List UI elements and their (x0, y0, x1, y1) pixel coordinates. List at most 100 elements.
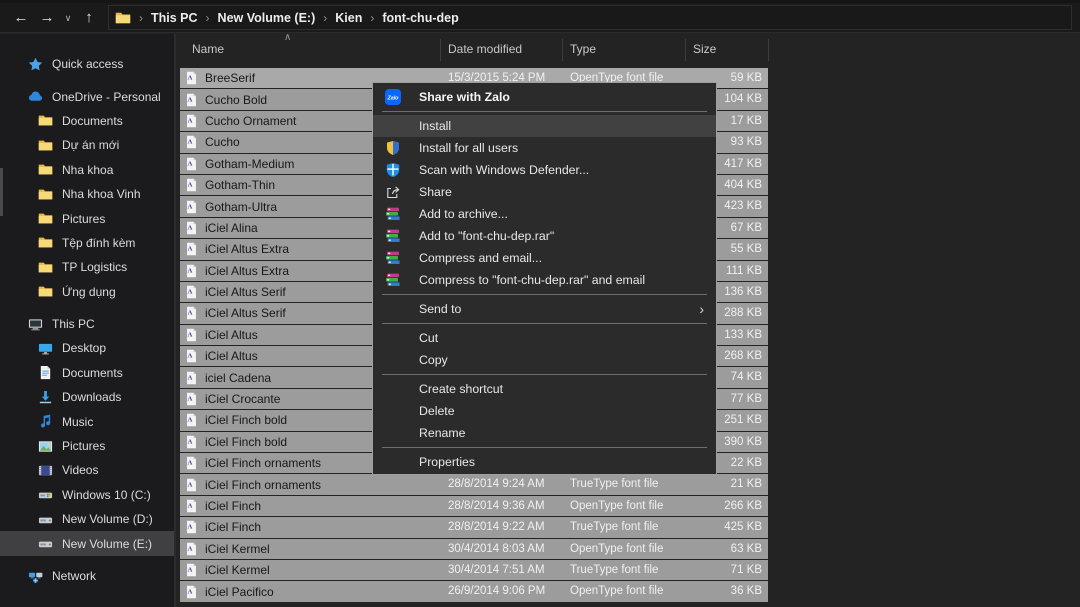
back-button[interactable]: ← (8, 4, 34, 32)
menu-item-add-to-font-chu-dep-rar[interactable]: Add to "font-chu-dep.rar" (373, 225, 716, 247)
svg-text:A: A (188, 588, 193, 595)
sidebar-item-new-volume-e[interactable]: New Volume (E:) (0, 531, 176, 555)
file-size: 67 KB (731, 218, 762, 238)
file-row[interactable]: A iCiel Finch 28/8/2014 9:22 AM TrueType… (180, 517, 768, 537)
font-file-icon: A (185, 71, 198, 85)
sidebar-item-music[interactable]: Music (0, 409, 176, 433)
breadcrumb-separator-icon[interactable]: › (131, 11, 151, 25)
sidebar-item-t-p-nh-k-m[interactable]: Tệp đính kèm (0, 231, 176, 255)
sidebar-item-label: Ứng dụng (62, 285, 116, 299)
breadcrumb-separator-icon[interactable]: › (315, 11, 335, 25)
file-type: TrueType font file (570, 474, 658, 494)
video-icon (38, 463, 53, 478)
document-icon (38, 365, 53, 380)
file-size: 425 KB (724, 517, 762, 537)
file-type: TrueType font file (570, 560, 658, 580)
sidebar-item-windows-10-c[interactable]: Windows 10 (C:) (0, 483, 176, 507)
breadcrumb-separator-icon[interactable]: › (362, 11, 382, 25)
forward-button[interactable]: → (34, 4, 60, 32)
sidebar-item-videos[interactable]: Videos (0, 458, 176, 482)
svg-text:A: A (188, 439, 193, 446)
column-divider[interactable] (685, 39, 686, 61)
sidebar-item-documents[interactable]: Documents (0, 361, 176, 385)
address-bar[interactable]: ›This PC›New Volume (E:)›Kien›font-chu-d… (108, 5, 1072, 30)
sidebar-item-quick-access[interactable]: Quick access (0, 52, 176, 76)
sidebar-item-documents[interactable]: Documents (0, 109, 176, 133)
menu-item-cut[interactable]: Cut (373, 327, 716, 349)
file-row[interactable]: A iCiel Pacifico 26/9/2014 9:06 PM OpenT… (180, 581, 768, 601)
menu-item-share-with-zalo[interactable]: Zalo Share with Zalo (373, 86, 716, 108)
sidebar-item-desktop[interactable]: Desktop (0, 336, 176, 360)
menu-item-share[interactable]: Share (373, 181, 716, 203)
folder-icon (38, 187, 53, 202)
svg-text:A: A (188, 246, 193, 253)
svg-text:A: A (188, 396, 193, 403)
file-name: Gotham-Ultra (205, 200, 277, 214)
breadcrumb-new-volume-e[interactable]: New Volume (E:) (218, 11, 316, 25)
sidebar-item-tp-logistics[interactable]: TP Logistics (0, 255, 176, 279)
column-header-date-modified[interactable]: Date modified (448, 42, 522, 56)
sidebar-item-label: New Volume (D:) (62, 512, 153, 526)
breadcrumb-separator-icon[interactable]: › (198, 11, 218, 25)
column-divider[interactable] (562, 39, 563, 61)
sidebar-item-pictures[interactable]: Pictures (0, 434, 176, 458)
sidebar-item-downloads[interactable]: Downloads (0, 385, 176, 409)
menu-item-label: Add to "font-chu-dep.rar" (419, 229, 554, 243)
svg-text:A: A (188, 567, 193, 574)
sidebar-item-nha-khoa-vinh[interactable]: Nha khoa Vinh (0, 182, 176, 206)
folder-icon (38, 260, 53, 275)
file-date: 30/4/2014 8:03 AM (448, 539, 545, 559)
menu-item-rename[interactable]: Rename (373, 422, 716, 444)
file-row[interactable]: A iCiel Finch 28/8/2014 9:36 AM OpenType… (180, 496, 768, 516)
file-size: 74 KB (731, 367, 762, 387)
menu-item-copy[interactable]: Copy (373, 349, 716, 371)
up-button[interactable]: ↑ (76, 4, 102, 32)
sidebar-item-pictures[interactable]: Pictures (0, 206, 176, 230)
font-file-icon: A (185, 499, 198, 513)
breadcrumb-kien[interactable]: Kien (335, 11, 362, 25)
sidebar-item-this-pc[interactable]: This PC (0, 312, 176, 336)
sidebar-item-onedrive-personal[interactable]: OneDrive - Personal (0, 84, 176, 108)
menu-item-delete[interactable]: Delete (373, 400, 716, 422)
menu-item-send-to[interactable]: Send to › (373, 298, 716, 320)
sidebar-divider (174, 34, 176, 607)
font-file-icon: A (185, 585, 198, 599)
folder-icon (38, 162, 53, 177)
file-name: iCiel Alina (205, 221, 258, 235)
file-row[interactable]: A iCiel Kermel 30/4/2014 7:51 AM TrueTyp… (180, 560, 768, 580)
breadcrumb-this-pc[interactable]: This PC (151, 11, 198, 25)
file-name: Gotham-Thin (205, 178, 275, 192)
column-header-size[interactable]: Size (693, 42, 716, 56)
menu-item-scan-with-windows-defender[interactable]: Scan with Windows Defender... (373, 159, 716, 181)
file-row[interactable]: A iCiel Kermel 30/4/2014 8:03 AM OpenTyp… (180, 539, 768, 559)
sidebar-item-d-n-m-i[interactable]: Dự án mới (0, 133, 176, 157)
menu-item-install[interactable]: Install (373, 115, 716, 137)
column-header-name[interactable]: Name (192, 42, 224, 56)
sidebar-item-ng-d-ng[interactable]: Ứng dụng (0, 280, 176, 304)
font-file-icon: A (185, 157, 198, 171)
sidebar-item-network[interactable]: Network (0, 564, 176, 588)
sidebar-scrollbar-thumb[interactable] (0, 168, 3, 216)
column-divider[interactable] (768, 39, 769, 61)
file-size: 71 KB (731, 560, 762, 580)
file-size: 21 KB (731, 474, 762, 494)
breadcrumb-font-chu-dep[interactable]: font-chu-dep (382, 11, 458, 25)
menu-item-add-to-archive[interactable]: Add to archive... (373, 203, 716, 225)
font-file-icon: A (185, 349, 198, 363)
column-header-type[interactable]: Type (570, 42, 596, 56)
font-file-icon: A (185, 478, 198, 492)
file-row[interactable]: A iCiel Finch ornaments 28/8/2014 9:24 A… (180, 474, 768, 494)
menu-separator (382, 323, 707, 324)
menu-item-create-shortcut[interactable]: Create shortcut (373, 378, 716, 400)
file-name: iCiel Crocante (205, 392, 280, 406)
menu-item-compress-and-email[interactable]: Compress and email... (373, 247, 716, 269)
menu-item-compress-to-font-chu-dep-rar-and-email[interactable]: Compress to "font-chu-dep.rar" and email (373, 269, 716, 291)
menu-item-label: Share with Zalo (419, 90, 510, 104)
menu-item-install-for-all-users[interactable]: Install for all users (373, 137, 716, 159)
sidebar-item-nha-khoa[interactable]: Nha khoa (0, 158, 176, 182)
menu-item-properties[interactable]: Properties (373, 451, 716, 473)
column-divider[interactable] (440, 39, 441, 61)
svg-text:A: A (188, 96, 193, 103)
recent-locations-dropdown-button[interactable]: ∨ (60, 4, 76, 32)
sidebar-item-new-volume-d[interactable]: New Volume (D:) (0, 507, 176, 531)
